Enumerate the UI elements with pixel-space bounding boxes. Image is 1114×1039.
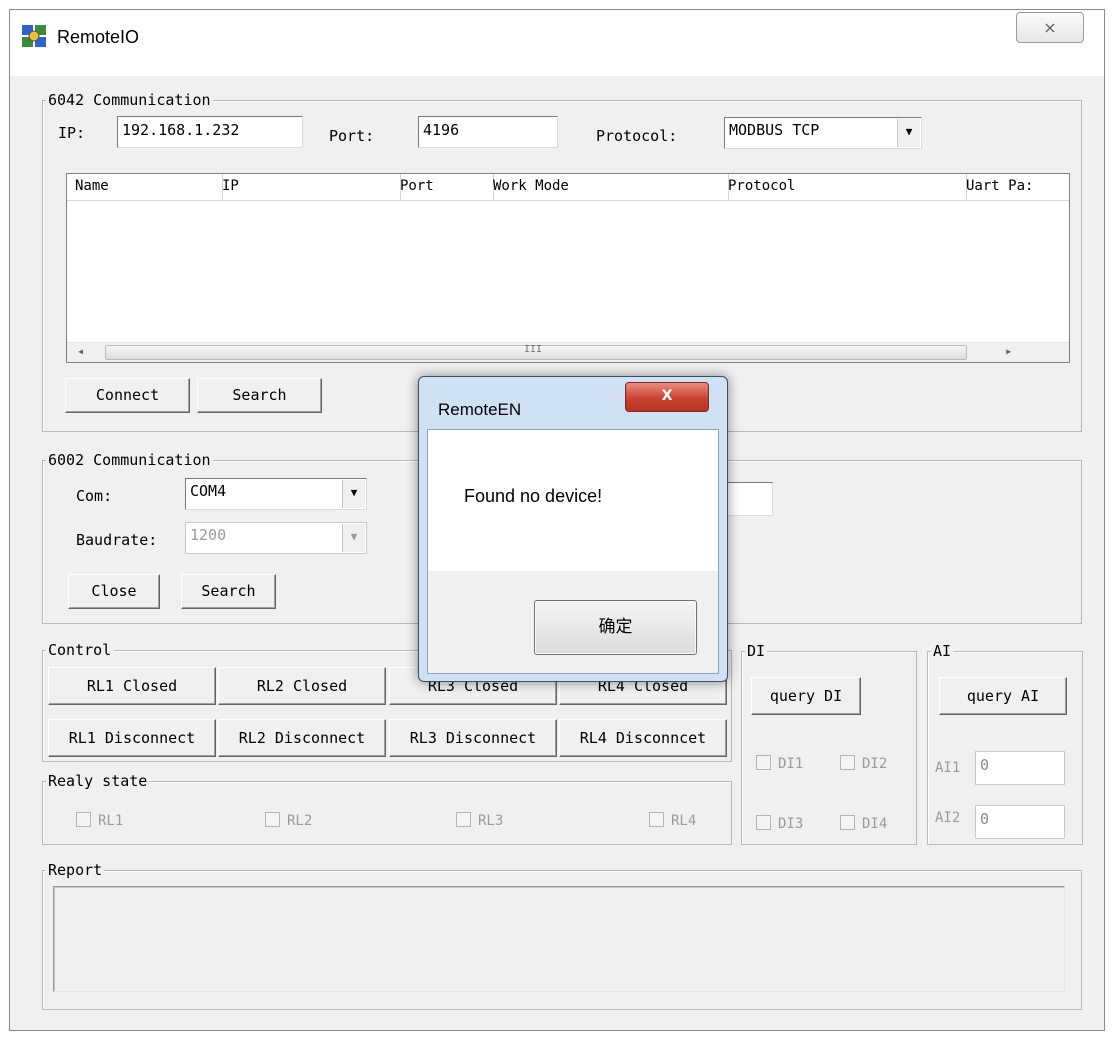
column-header-port[interactable]: Port (392, 174, 494, 200)
close-icon: X (661, 388, 673, 404)
baudrate-select: 1200 ▼ (185, 522, 367, 554)
baudrate-value: 1200 (190, 526, 227, 544)
title-bar: RemoteIO ⨯ (10, 10, 1104, 76)
group-label-control: Control (46, 641, 114, 659)
close-icon: ⨯ (1043, 18, 1057, 37)
query-di-button[interactable]: query DI (751, 677, 861, 715)
checkbox-box (840, 755, 855, 770)
rl3-state-label: RL3 (478, 813, 504, 829)
di1-label: DI1 (778, 756, 804, 772)
ip-label: IP: (58, 124, 86, 142)
column-header-uart[interactable]: Uart Pa: (958, 174, 1069, 200)
checkbox-box (840, 815, 855, 830)
dialog-close-button[interactable]: X (625, 382, 709, 412)
group-relay-state: Realy state (42, 772, 732, 845)
com-label: Com: (76, 487, 113, 505)
checkbox-box (649, 812, 664, 827)
rl3-disconnect-button[interactable]: RL3 Disconnect (389, 719, 557, 757)
rl2-closed-button[interactable]: RL2 Closed (218, 667, 386, 705)
scroll-left-icon[interactable]: ◂ (77, 344, 84, 358)
ai1-field: 0 (975, 751, 1065, 785)
di4-checkbox: DI4 (840, 815, 887, 833)
com-select[interactable]: COM4 ▼ (185, 478, 367, 510)
checkbox-box (756, 755, 771, 770)
rl2-state-label: RL2 (287, 813, 313, 829)
search-6042-button[interactable]: Search (197, 378, 322, 413)
rl3-state-checkbox: RL3 (456, 812, 503, 830)
dialog-ok-button[interactable]: 确定 (534, 600, 697, 655)
rl1-state-checkbox: RL1 (76, 812, 123, 830)
di3-checkbox: DI3 (756, 815, 803, 833)
rl2-disconnect-button[interactable]: RL2 Disconnect (218, 719, 386, 757)
report-textarea[interactable] (53, 886, 1065, 992)
ai2-label: AI2 (935, 810, 961, 826)
connect-button[interactable]: Connect (65, 378, 190, 413)
rl1-disconnect-button[interactable]: RL1 Disconnect (48, 719, 216, 757)
rl1-closed-button[interactable]: RL1 Closed (48, 667, 216, 705)
device-list[interactable]: Name IP Port Work Mode Protocol Uart Pa:… (66, 173, 1070, 363)
window-title: RemoteIO (57, 27, 140, 47)
rl4-disconnect-button[interactable]: RL4 Disconncet (559, 719, 727, 757)
di1-checkbox: DI1 (756, 755, 803, 773)
scroll-grip-icon: III (524, 344, 543, 355)
checkbox-box (76, 812, 91, 827)
group-label-report: Report (46, 861, 105, 879)
group-label-ai: AI (931, 642, 954, 660)
dialog-message-area: Found no device! (428, 430, 718, 571)
ai2-field: 0 (975, 805, 1065, 839)
com-value: COM4 (190, 482, 227, 500)
rl4-state-checkbox: RL4 (649, 812, 696, 830)
di4-label: DI4 (862, 816, 888, 832)
column-header-name[interactable]: Name (67, 174, 223, 200)
ai1-label: AI1 (935, 760, 961, 776)
checkbox-box (756, 815, 771, 830)
search-6002-button[interactable]: Search (181, 574, 276, 609)
scroll-right-icon[interactable]: ▸ (1005, 344, 1012, 358)
dialog-title: RemoteEN (438, 400, 522, 419)
chevron-down-icon: ▼ (342, 524, 365, 552)
rl2-state-checkbox: RL2 (265, 812, 312, 830)
ip-input[interactable]: 192.168.1.232 (117, 116, 303, 148)
scrollbar-thumb[interactable]: III (105, 344, 967, 360)
horizontal-scrollbar[interactable]: ◂ III ▸ (67, 342, 1069, 362)
dialog-message: Found no device! (464, 486, 603, 506)
main-window: RemoteIO ⨯ 6042 Communication IP: 192.16… (9, 9, 1105, 1031)
window-close-button[interactable]: ⨯ (1016, 12, 1084, 43)
di3-label: DI3 (778, 816, 804, 832)
port-input[interactable]: 4196 (418, 116, 558, 148)
query-ai-button[interactable]: query AI (939, 677, 1067, 715)
port-label: Port: (329, 127, 375, 145)
chevron-down-icon[interactable]: ▼ (897, 119, 920, 147)
group-label-di: DI (745, 642, 768, 660)
close-port-button[interactable]: Close (68, 574, 160, 609)
group-label-6042: 6042 Communication (46, 91, 213, 109)
checkbox-box (265, 812, 280, 827)
device-list-header: Name IP Port Work Mode Protocol Uart Pa: (67, 174, 1069, 201)
group-label-relay-state: Realy state (46, 772, 150, 790)
rl1-state-label: RL1 (98, 813, 124, 829)
column-header-work-mode[interactable]: Work Mode (485, 174, 729, 200)
di2-label: DI2 (862, 756, 888, 772)
protocol-value: MODBUS TCP (729, 121, 820, 139)
dialog-body: Found no device! 确定 (427, 429, 719, 674)
chevron-down-icon[interactable]: ▼ (342, 480, 365, 508)
checkbox-box (456, 812, 471, 827)
message-dialog: RemoteEN X Found no device! 确定 (418, 376, 728, 682)
rl4-state-label: RL4 (671, 813, 697, 829)
protocol-select[interactable]: MODBUS TCP ▼ (724, 117, 922, 149)
remoteio-app-icon (22, 25, 46, 47)
group-label-6002: 6002 Communication (46, 451, 213, 469)
column-header-ip[interactable]: IP (214, 174, 401, 200)
di2-checkbox: DI2 (840, 755, 887, 773)
baudrate-label: Baudrate: (76, 531, 158, 549)
column-header-protocol[interactable]: Protocol (720, 174, 967, 200)
protocol-label: Protocol: (596, 127, 678, 145)
